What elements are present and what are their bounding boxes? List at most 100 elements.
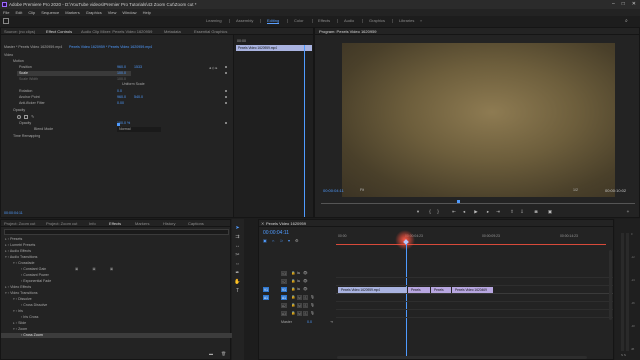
sync-lock-icon[interactable]: ⇋ [297, 279, 300, 283]
maximize-icon[interactable]: □ [622, 0, 625, 9]
delete-icon[interactable]: 🗑 [221, 351, 226, 356]
tree-item[interactable]: ▾ ▪ Iris [13, 309, 23, 314]
workspace-editing[interactable]: Editing [267, 16, 280, 26]
timeline-clip[interactable]: Pexels [408, 287, 430, 293]
track-select-icon[interactable]: ⇉ [234, 234, 241, 241]
play-icon[interactable]: ▶ [473, 209, 479, 215]
master-volume-value[interactable]: 0.0 [307, 320, 312, 324]
tab-effects[interactable]: Effects [109, 220, 121, 227]
tree-item[interactable]: ▪ Iris Cross [21, 315, 38, 320]
position-y-value[interactable]: 1533 [134, 65, 142, 70]
go-to-out-icon[interactable]: ⇥ [495, 209, 501, 215]
program-timecode[interactable]: 00:00:04:11 [323, 188, 344, 193]
menu-view[interactable]: View [108, 9, 117, 16]
go-to-in-icon[interactable]: ⇤ [451, 209, 457, 215]
tree-item[interactable]: ▪ Constant Gain [21, 267, 46, 272]
timeline-horizontal-scrollbar[interactable] [337, 356, 587, 359]
solo-button[interactable]: S [303, 311, 308, 316]
source-patch[interactable]: V1 [263, 287, 269, 292]
sync-lock-icon[interactable]: ⇋ [297, 271, 300, 275]
lock-icon[interactable]: 🔒 [291, 311, 295, 315]
workspaces-overflow-icon[interactable]: » [420, 16, 422, 26]
linked-selection-icon[interactable]: ⊃ [280, 238, 283, 243]
tree-item[interactable]: ▾ ▪ Audio Transitions [5, 255, 37, 260]
tree-item[interactable]: ▾ ▪ Dissolve [13, 297, 32, 302]
workspace-color[interactable]: Color [294, 16, 304, 26]
timeline-vertical-scrollbar[interactable] [609, 250, 612, 320]
timeline-timecode[interactable]: 00:00:04:11 [263, 230, 289, 236]
mute-button[interactable]: M [297, 311, 302, 316]
menu-window[interactable]: Window [122, 9, 136, 16]
work-area-bar[interactable] [336, 244, 606, 245]
effect-motion[interactable]: Motion [13, 59, 24, 64]
menu-help[interactable]: Help [143, 9, 151, 16]
tab-audio-clip-mixer[interactable]: Audio Clip Mixer: Pexels Video 1620959 [81, 28, 152, 35]
track-label[interactable]: V1 [281, 287, 287, 292]
workspace-assembly[interactable]: Assembly [236, 16, 253, 26]
tab-essential-graphics[interactable]: Essential Graphics [194, 28, 227, 35]
source-patch[interactable]: A1 [263, 295, 269, 300]
nest-icon[interactable]: ▣ [263, 238, 267, 243]
eye-icon[interactable]: 👁 [303, 279, 308, 283]
voiceover-icon[interactable]: 🎙 [310, 295, 315, 299]
export-frame-icon[interactable]: ◙ [533, 209, 539, 215]
reset-icon[interactable] [225, 122, 228, 125]
effect-time-remapping[interactable]: Time Remapping [13, 134, 40, 139]
tab-info[interactable]: Info [89, 220, 96, 227]
tab-captions[interactable]: Captions [188, 220, 204, 227]
lock-icon[interactable]: 🔒 [291, 303, 295, 307]
mute-button[interactable]: M [297, 295, 302, 300]
lock-icon[interactable]: 🔒 [291, 271, 295, 275]
home-icon[interactable] [3, 18, 9, 24]
sequence-clip-header[interactable]: Pexels Video 1620959 * Pexels Video 1620… [69, 45, 152, 50]
program-playhead[interactable] [457, 200, 460, 203]
type-tool-icon[interactable]: T [234, 288, 241, 295]
reset-icon[interactable] [225, 90, 228, 93]
menu-graphics[interactable]: Graphics [86, 9, 102, 16]
tab-project-2[interactable]: Project: Zoom cut [46, 220, 77, 227]
opacity-value[interactable]: 100.0 % [117, 121, 130, 126]
reset-icon[interactable] [225, 72, 228, 75]
tab-project[interactable]: Project: Zoom cut [4, 220, 35, 227]
tab-source[interactable]: Source: (no clips) [4, 28, 35, 35]
tree-item[interactable]: ▪ Cross Dissolve [21, 303, 47, 308]
reset-icon[interactable] [225, 66, 228, 69]
add-marker-icon[interactable]: ▾ [288, 238, 290, 243]
sync-lock-icon[interactable]: ⇋ [297, 287, 300, 291]
hand-tool-icon[interactable]: ✋ [234, 279, 241, 286]
lift-icon[interactable]: ⇧ [509, 209, 515, 215]
tab-program[interactable]: Program: Pexels Video 1620959 [319, 28, 377, 35]
lock-icon[interactable]: 🔒 [291, 287, 295, 291]
lock-icon[interactable]: 🔒 [291, 295, 295, 299]
search-icon[interactable]: ⌕ [625, 16, 628, 26]
step-back-icon[interactable]: ◂ [461, 209, 467, 215]
tab-sequence[interactable]: Pexels Video 1620959 [266, 220, 306, 227]
close-tab-icon[interactable]: ✕ [261, 220, 264, 227]
tree-item-selected[interactable]: ▪ Cross Zoom [1, 333, 232, 338]
effect-opacity[interactable]: Opacity [13, 108, 25, 113]
close-icon[interactable]: ✕ [632, 0, 636, 9]
mark-out-icon[interactable]: } [435, 209, 441, 215]
slip-tool-icon[interactable]: ⇔ [234, 261, 241, 268]
reset-icon[interactable] [225, 102, 228, 105]
rotation-value[interactable]: 0.0 [117, 89, 122, 94]
anchor-y-value[interactable]: 540.0 [134, 95, 143, 100]
timeline-clip[interactable]: Pexels Video 1620469 [452, 287, 493, 293]
effects-search-input[interactable] [4, 229, 229, 235]
tab-effect-controls[interactable]: Effect Controls [46, 28, 72, 35]
mini-playhead[interactable] [304, 45, 305, 217]
eye-icon[interactable]: 👁 [303, 271, 308, 275]
fit-select[interactable]: Fit [360, 188, 364, 192]
keyframe-nav-icon[interactable]: ◂ ◇ ▸ [209, 66, 217, 70]
tab-markers[interactable]: Markers [135, 220, 149, 227]
tree-item[interactable]: ▾ ▪ Video Transitions [5, 291, 38, 296]
ellipse-mask-icon[interactable] [17, 115, 21, 119]
program-scrubber[interactable] [321, 203, 635, 204]
anchor-x-value[interactable]: 960.0 [117, 95, 126, 100]
go-to-end-icon[interactable]: ⇥ [330, 320, 333, 324]
solo-button[interactable]: S [303, 295, 308, 300]
mark-in-icon[interactable]: { [427, 209, 433, 215]
workspace-libraries[interactable]: Libraries [399, 16, 414, 26]
voiceover-icon[interactable]: 🎙 [310, 311, 315, 315]
step-forward-icon[interactable]: ▸ [485, 209, 491, 215]
